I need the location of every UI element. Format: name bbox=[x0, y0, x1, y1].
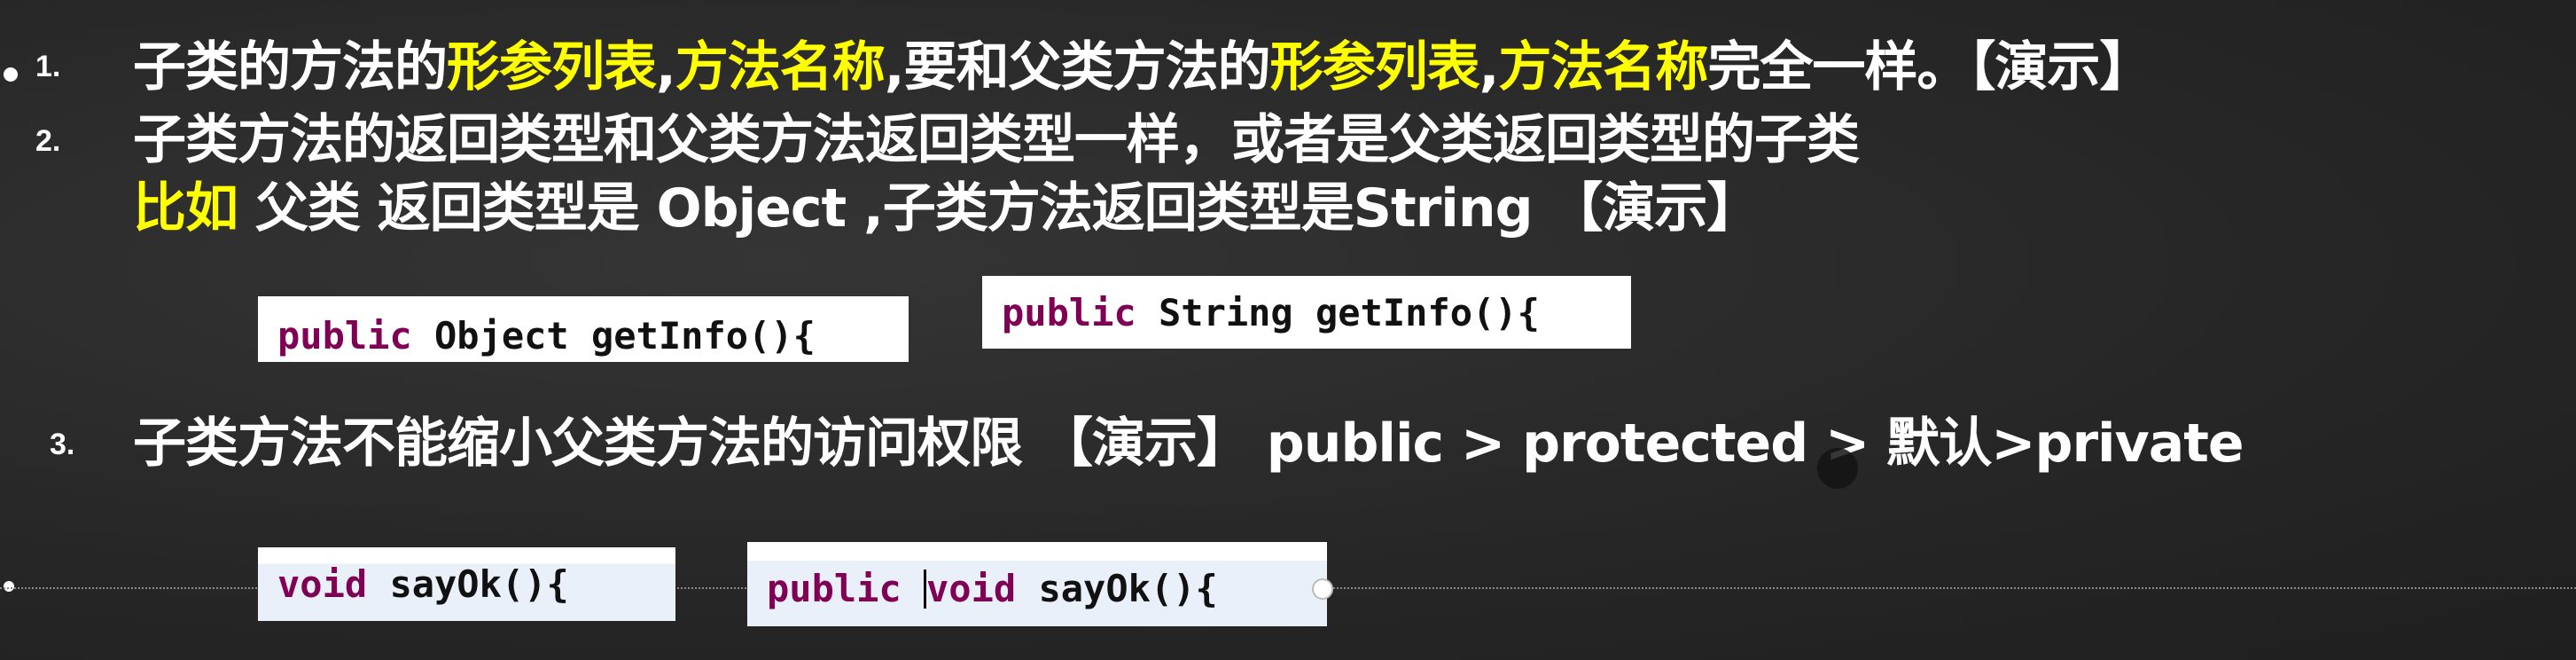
code-text: Object getInfo(){ bbox=[411, 313, 816, 358]
code-text: String getInfo(){ bbox=[1136, 290, 1540, 334]
keyword: public bbox=[767, 567, 902, 610]
code-text: sayOk(){ bbox=[1016, 567, 1218, 610]
code-child-getinfo: public String getInfo(){ bbox=[982, 276, 1631, 349]
text: 父类 返回类型是 Object ,子类方法返回类型是String 【演示】 bbox=[238, 177, 1760, 240]
rule-2-example: 比如 父类 返回类型是 Object ,子类方法返回类型是String 【演示】 bbox=[133, 177, 1760, 240]
text: , bbox=[656, 36, 676, 98]
code-child-sayok: public void sayOk(){ bbox=[747, 542, 1327, 626]
item-number: 2. bbox=[35, 124, 61, 158]
highlight-text: 比如 bbox=[133, 177, 238, 240]
rule-2-text: 子类方法的返回类型和父类方法返回类型一样，或者是父类返回类型的子类 bbox=[133, 109, 1860, 171]
keyword: public bbox=[1002, 290, 1136, 334]
highlight-text: 方法名称 bbox=[675, 36, 886, 98]
highlight-text: 形参列表 bbox=[447, 36, 657, 98]
text: 完全一样。【演示】 bbox=[1707, 36, 2152, 98]
item-number: 1. bbox=[35, 50, 61, 83]
highlight-text: 方法名称 bbox=[1498, 36, 1708, 98]
code-text: sayOk(){ bbox=[367, 562, 569, 606]
text: , bbox=[1479, 36, 1500, 98]
keyword: void bbox=[277, 562, 368, 606]
rule-1-text: 子类的方法的形参列表,方法名称,要和父类方法的形参列表,方法名称完全一样。【演示… bbox=[133, 35, 2152, 99]
highlight-text: 形参列表 bbox=[1269, 36, 1480, 98]
keyword: void bbox=[926, 567, 1017, 610]
text: 子类的方法的 bbox=[133, 36, 448, 98]
rule-3-text: 子类方法不能缩小父类方法的访问权限 【演示】 public > protecte… bbox=[133, 412, 2244, 475]
code-parent-getinfo: public Object getInfo(){ bbox=[258, 296, 909, 362]
code-parent-sayok: void sayOk(){ bbox=[258, 547, 675, 621]
cursor-ring-icon bbox=[1312, 578, 1333, 600]
text: ,要和父类方法的 bbox=[884, 36, 1271, 98]
keyword: public bbox=[277, 313, 412, 358]
slide-bullet-dot bbox=[4, 67, 18, 82]
item-number: 3. bbox=[50, 428, 75, 461]
slide-bullet-dot bbox=[4, 581, 14, 592]
mouse-cursor-highlight bbox=[1817, 448, 1858, 489]
